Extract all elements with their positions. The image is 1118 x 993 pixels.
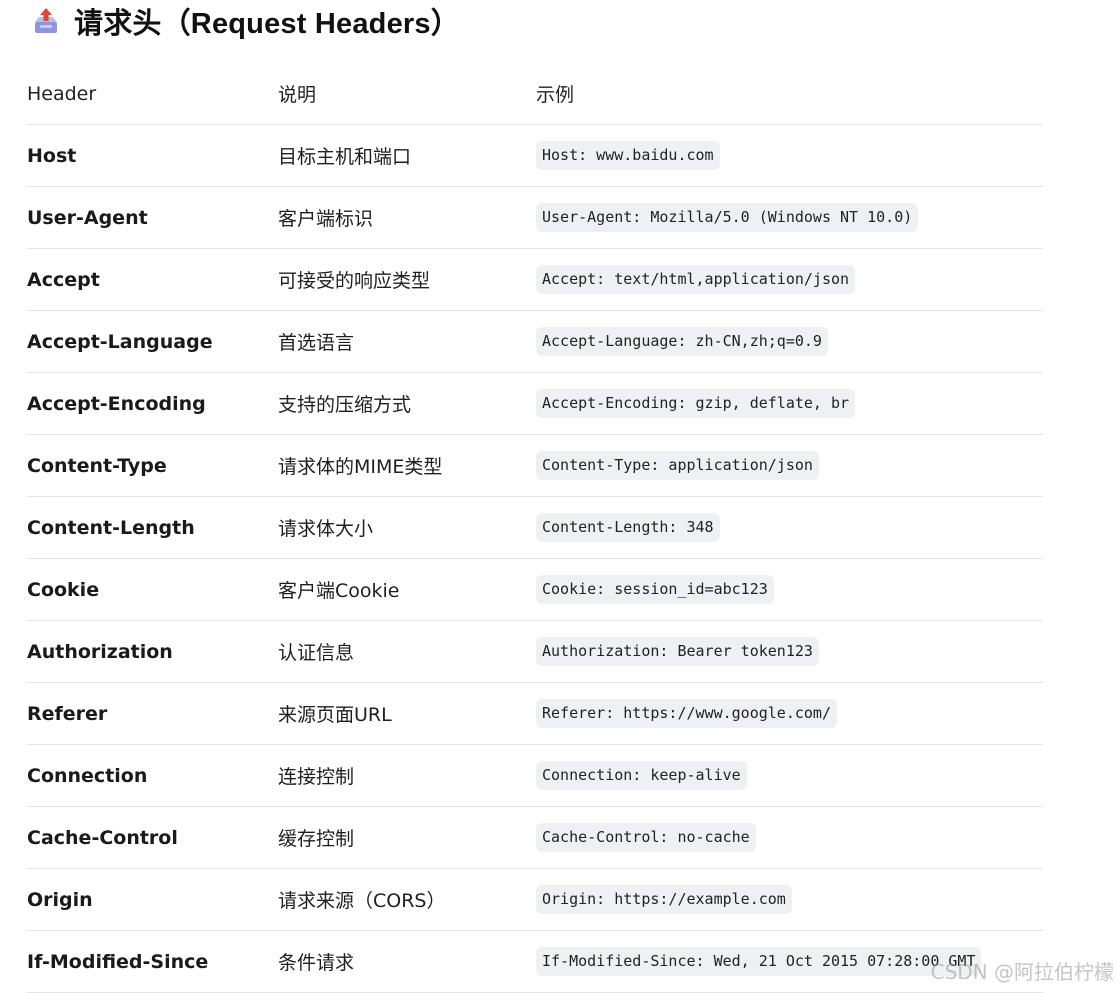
table-row: Origin 请求来源（CORS） Origin: https://example.… <box>27 869 1043 931</box>
table-row: Host 目标主机和端口 Host: www.baidu.com <box>27 125 1043 187</box>
header-example-cell: Referer: https://www.google.com/ <box>536 683 837 744</box>
request-headers-table: Header 说明 示例 Host 目标主机和端口 Host: www.baidu.… <box>27 63 1043 993</box>
table-row: Referer 来源页面URL Referer: https://www.googl… <box>27 683 1043 745</box>
table-row: Cookie 客户端Cookie Cookie: session_id=abc123 <box>27 559 1043 621</box>
column-header-example: 示例 <box>536 84 575 106</box>
inline-code: Connection: keep-alive <box>536 761 747 790</box>
header-name-cell: Authorization <box>27 640 173 663</box>
inline-code: Cache-Control: no-cache <box>536 823 756 852</box>
outbox-tray-icon <box>30 5 62 37</box>
header-name-cell: Content-Length <box>27 516 195 539</box>
inline-code: Cookie: session_id=abc123 <box>536 575 774 604</box>
header-name-cell: Host <box>27 144 77 167</box>
header-example-cell: Cookie: session_id=abc123 <box>536 559 774 620</box>
watermark: CSDN @阿拉伯柠檬 <box>930 960 1114 984</box>
header-description-cell: 条件请求 <box>278 952 355 974</box>
table-row: Cache-Control 缓存控制 Cache-Control: no-cache <box>27 807 1043 869</box>
column-header-header: Header <box>27 82 97 105</box>
header-description-cell: 认证信息 <box>278 642 355 664</box>
header-name-cell: Cache-Control <box>27 826 178 849</box>
table-header-row: Header 说明 示例 <box>27 63 1043 125</box>
table-row: If-Modified-Since 条件请求 If-Modified-Since: … <box>27 931 1043 993</box>
header-name-cell: Accept-Encoding <box>27 392 206 415</box>
header-name-cell: Accept-Language <box>27 330 213 353</box>
inline-code: User-Agent: Mozilla/5.0 (Windows NT 10.0… <box>536 203 919 232</box>
header-name-cell: Accept <box>27 268 100 291</box>
header-description-cell: 来源页面URL <box>278 704 392 726</box>
header-name-cell: Cookie <box>27 578 100 601</box>
table-row: Content-Length 请求体大小 Content-Length: 348 <box>27 497 1043 559</box>
header-example-cell: User-Agent: Mozilla/5.0 (Windows NT 10.0… <box>536 187 919 248</box>
header-name-cell: Content-Type <box>27 454 167 477</box>
header-name-cell: Referer <box>27 702 108 725</box>
header-description-cell: 请求来源（CORS） <box>278 890 446 912</box>
header-example-cell: If-Modified-Since: Wed, 21 Oct 2015 07:2… <box>536 931 982 992</box>
inline-code: Authorization: Bearer token123 <box>536 637 819 666</box>
table-row: Accept-Encoding 支持的压缩方式 Accept-Encoding: g… <box>27 373 1043 435</box>
header-description-cell: 目标主机和端口 <box>278 146 412 168</box>
header-example-cell: Content-Type: application/json <box>536 435 819 496</box>
inline-code: Origin: https://example.com <box>536 885 792 914</box>
table-row: Accept 可接受的响应类型 Accept: text/html,applicat… <box>27 249 1043 311</box>
inline-code: Accept-Language: zh-CN,zh;q=0.9 <box>536 327 828 356</box>
header-description-cell: 客户端Cookie <box>278 580 400 602</box>
header-example-cell: Host: www.baidu.com <box>536 125 720 186</box>
section-heading: 请求头（Request Headers） <box>30 0 460 42</box>
inline-code: Content-Length: 348 <box>536 513 720 542</box>
section-title: 请求头（Request Headers） <box>74 8 460 40</box>
inline-code: Host: www.baidu.com <box>536 141 720 170</box>
inline-code: Accept: text/html,application/json <box>536 265 856 294</box>
inline-code: If-Modified-Since: Wed, 21 Oct 2015 07:2… <box>536 947 982 976</box>
inline-code: Content-Type: application/json <box>536 451 819 480</box>
inline-code: Accept-Encoding: gzip, deflate, br <box>536 389 856 418</box>
header-description-cell: 可接受的响应类型 <box>278 270 431 292</box>
column-header-description: 说明 <box>278 84 317 106</box>
header-description-cell: 首选语言 <box>278 332 355 354</box>
header-description-cell: 请求体大小 <box>278 518 374 540</box>
header-description-cell: 连接控制 <box>278 766 355 788</box>
header-example-cell: Cache-Control: no-cache <box>536 807 756 868</box>
header-name-cell: If-Modified-Since <box>27 950 209 973</box>
header-example-cell: Accept-Language: zh-CN,zh;q=0.9 <box>536 311 828 372</box>
header-description-cell: 支持的压缩方式 <box>278 394 412 416</box>
table-row: Connection 连接控制 Connection: keep-alive <box>27 745 1043 807</box>
inline-code: Referer: https://www.google.com/ <box>536 699 837 728</box>
header-description-cell: 请求体的MIME类型 <box>278 456 443 478</box>
header-example-cell: Authorization: Bearer token123 <box>536 621 819 682</box>
header-example-cell: Accept-Encoding: gzip, deflate, br <box>536 373 856 434</box>
header-example-cell: Origin: https://example.com <box>536 869 792 930</box>
header-name-cell: User-Agent <box>27 206 148 229</box>
header-name-cell: Origin <box>27 888 93 911</box>
table-row: User-Agent 客户端标识 User-Agent: Mozilla/5.0 (… <box>27 187 1043 249</box>
header-description-cell: 客户端标识 <box>278 208 374 230</box>
header-example-cell: Connection: keep-alive <box>536 745 747 806</box>
table-row: Accept-Language 首选语言 Accept-Language: zh-C… <box>27 311 1043 373</box>
header-description-cell: 缓存控制 <box>278 828 355 850</box>
table-row: Content-Type 请求体的MIME类型 Content-Type: appl… <box>27 435 1043 497</box>
header-example-cell: Accept: text/html,application/json <box>536 249 856 310</box>
header-example-cell: Content-Length: 348 <box>536 497 720 558</box>
header-name-cell: Connection <box>27 764 148 787</box>
table-row: Authorization 认证信息 Authorization: Bearer t… <box>27 621 1043 683</box>
